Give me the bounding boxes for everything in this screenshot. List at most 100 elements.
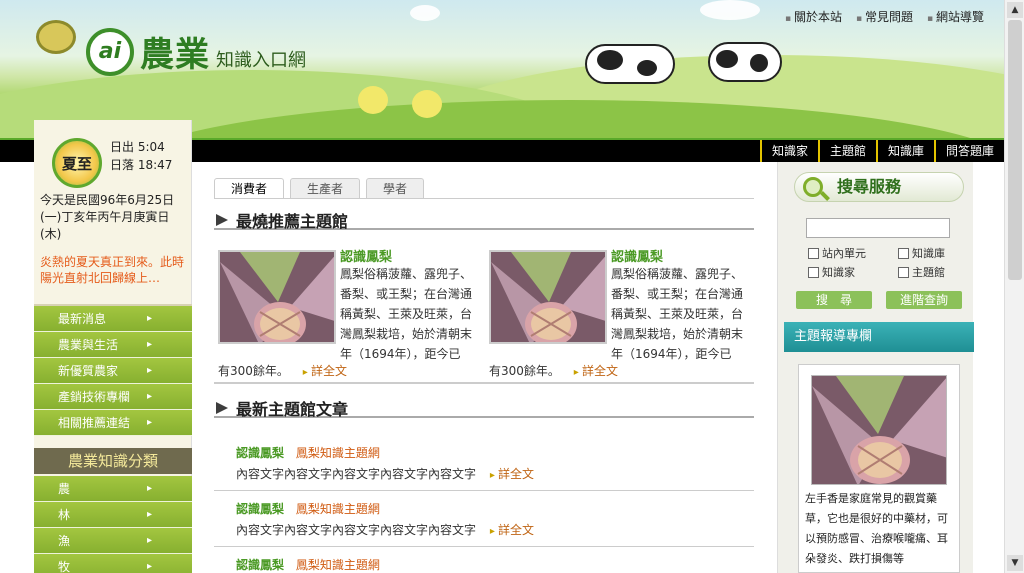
- logo-mark-icon: ai: [86, 27, 134, 76]
- main-content: 消費者 生產者 學者 最燒推薦主題館 認識鳳梨 鳳梨俗稱菠蘿、露兜子、番梨、或王…: [192, 162, 777, 573]
- category-item-fishery[interactable]: 漁: [34, 528, 192, 554]
- search-service-header: 搜尋服務: [794, 172, 964, 202]
- cloud-decoration: [410, 5, 440, 21]
- category-item-agriculture[interactable]: 農: [34, 476, 192, 502]
- article-tag[interactable]: 鳳梨知識主題網: [296, 502, 380, 516]
- sun-times: 日出 5:04 日落 18:47: [110, 138, 172, 174]
- sidebar-item-recommended-links[interactable]: 相關推薦連結: [34, 410, 192, 436]
- checkbox-box[interactable]: [898, 247, 909, 259]
- checkbox-box[interactable]: [898, 266, 909, 278]
- article-item: 認識鳳梨 鳳梨知識主題網 內容文字內容文字內容文字內容文字內容文字 詳全文: [236, 444, 736, 484]
- article-tag[interactable]: 鳳梨知識主題網: [296, 558, 380, 572]
- checkbox-label: 知識庫: [912, 247, 945, 260]
- checkbox-box[interactable]: [808, 247, 819, 259]
- featured-card: 認識鳳梨 鳳梨俗稱菠蘿、露兜子、番梨、或王梨；在台灣通稱黃梨、王萊及旺萊，台灣鳳…: [214, 246, 474, 378]
- article-body: 內容文字內容文字內容文字內容文字內容文字: [236, 523, 477, 537]
- article-title[interactable]: 認識鳳梨: [236, 558, 284, 572]
- right-sidebar: 搜尋服務 站內單元 知識庫 知識家 主題館 搜 尋 進階查詢 主題報導專欄 左手…: [777, 162, 974, 573]
- card-title[interactable]: 認識鳳梨: [340, 246, 392, 265]
- weather-note[interactable]: 炎熱的夏天真正到來。此時陽光直射北回歸線上…: [40, 254, 188, 286]
- scroll-down-icon[interactable]: ▼: [1007, 555, 1023, 571]
- date-text: 今天是民國96年6月25日(一)丁亥年丙午月庚寅日(木): [40, 193, 175, 241]
- scroll-up-icon[interactable]: ▲: [1007, 2, 1023, 18]
- checkbox-label: 知識家: [822, 266, 855, 279]
- snail-icon: [36, 20, 76, 54]
- card-tail-text: 有300餘年。: [218, 364, 289, 378]
- tab-underline: [214, 198, 754, 199]
- cow-icon: [708, 42, 782, 82]
- section-divider: [214, 382, 754, 384]
- tab-producer[interactable]: 生產者: [290, 178, 361, 198]
- search-button[interactable]: 搜 尋: [796, 291, 872, 309]
- article-body: 內容文字內容文字內容文字內容文字內容文字: [236, 467, 477, 481]
- category-item-forestry[interactable]: 林: [34, 502, 192, 528]
- read-more-link[interactable]: 詳全文: [303, 364, 347, 378]
- chick-icon: [358, 86, 388, 114]
- article-item: 認識鳳梨 鳳梨知識主題網: [236, 556, 736, 573]
- report-text: 左手香是家庭常見的觀賞藥草，它也是很好的中藥材，可以預防感冒、治療喉嚨痛、耳朵發…: [805, 492, 948, 565]
- pineapple-thumbnail[interactable]: [218, 250, 336, 344]
- top-links: 關於本站 常見問題 網站導覽: [785, 8, 984, 25]
- article-item: 認識鳳梨 鳳梨知識主題網 內容文字內容文字內容文字內容文字內容文字 詳全文: [236, 500, 736, 540]
- article-divider: [214, 490, 754, 491]
- article-title[interactable]: 認識鳳梨: [236, 446, 284, 460]
- tab-consumer[interactable]: 消費者: [214, 178, 285, 198]
- sunset-text: 日落 18:47: [110, 158, 173, 172]
- cloud-decoration: [700, 0, 760, 20]
- article-tag[interactable]: 鳳梨知識主題網: [296, 446, 380, 460]
- report-column-header: 主題報導專欄: [784, 322, 974, 352]
- article-title[interactable]: 認識鳳梨: [236, 502, 284, 516]
- sidebar-menu: 最新消息 農業與生活 新優質農家 產銷技術專欄 相關推薦連結: [34, 304, 192, 436]
- scroll-thumb[interactable]: [1008, 20, 1022, 280]
- chick-icon: [412, 90, 442, 118]
- checkbox-label: 站內單元: [822, 247, 866, 260]
- nav-knowledge-expert[interactable]: 知識家: [759, 140, 818, 162]
- advanced-search-button[interactable]: 進階查詢: [886, 291, 962, 309]
- checkbox-knowledge-base[interactable]: 知識庫: [898, 245, 945, 261]
- audience-tabs: 消費者 生產者 學者: [214, 178, 425, 198]
- site-header: ai 農業 知識入口網 關於本站 常見問題 網站導覽: [0, 0, 1004, 140]
- featured-card: 認識鳳梨 鳳梨俗稱菠蘿、露兜子、番梨、或王梨；在台灣通稱黃梨、王萊及旺萊，台灣鳳…: [485, 246, 745, 378]
- section-title-hot: 最燒推薦主題館: [214, 208, 754, 231]
- pineapple-thumbnail[interactable]: [489, 250, 607, 344]
- cow-icon: [585, 44, 675, 84]
- about-link[interactable]: 關於本站: [785, 8, 842, 25]
- report-column-box: 左手香是家庭常見的觀賞藥草，它也是很好的中藥材，可以預防感冒、治療喉嚨痛、耳朵發…: [798, 364, 960, 573]
- card-description: 鳳梨俗稱菠蘿、露兜子、番梨、或王梨；在台灣通稱黃梨、王萊及旺萊，台灣鳳梨栽培，始…: [611, 267, 744, 361]
- section-title-latest: 最新主題館文章: [214, 396, 754, 419]
- sidebar-item-quality-farm[interactable]: 新優質農家: [34, 358, 192, 384]
- sunrise-text: 日出 5:04: [110, 140, 165, 154]
- search-input[interactable]: [806, 218, 950, 238]
- checkbox-site-unit[interactable]: 站內單元: [808, 245, 866, 261]
- nav-qa-bank[interactable]: 問答題庫: [933, 140, 1004, 162]
- sidebar-item-production-tech[interactable]: 產銷技術專欄: [34, 384, 192, 410]
- site-logo[interactable]: ai 農業 知識入口網: [86, 27, 306, 76]
- category-item-livestock[interactable]: 牧: [34, 554, 192, 573]
- read-more-link[interactable]: 詳全文: [490, 467, 534, 481]
- sidebar-item-agri-life[interactable]: 農業與生活: [34, 332, 192, 358]
- card-tail-text: 有300餘年。: [489, 364, 560, 378]
- pineapple-thumbnail[interactable]: [811, 375, 947, 485]
- sidebar-item-news[interactable]: 最新消息: [34, 306, 192, 332]
- checkbox-knowledge-expert[interactable]: 知識家: [808, 264, 855, 280]
- checkbox-theme-hall[interactable]: 主題館: [898, 264, 945, 280]
- logo-title: 農業: [140, 35, 210, 75]
- nav-theme-hall[interactable]: 主題館: [817, 140, 876, 162]
- logo-subtitle: 知識入口網: [216, 49, 306, 71]
- solar-term-badge: 夏至: [52, 138, 102, 188]
- read-more-link[interactable]: 詳全文: [490, 523, 534, 537]
- page-scrollbar[interactable]: ▲ ▼: [1004, 0, 1024, 573]
- nav-knowledge-base[interactable]: 知識庫: [875, 140, 934, 162]
- search-icon: [803, 177, 823, 197]
- search-title: 搜尋服務: [837, 177, 902, 196]
- category-menu: 農 林 漁 牧: [34, 476, 192, 573]
- read-more-link[interactable]: 詳全文: [574, 364, 618, 378]
- checkbox-box[interactable]: [808, 266, 819, 278]
- checkbox-label: 主題館: [912, 266, 945, 279]
- article-divider: [214, 546, 754, 547]
- sitemap-link[interactable]: 網站導覽: [927, 8, 984, 25]
- tab-scholar[interactable]: 學者: [366, 178, 425, 198]
- faq-link[interactable]: 常見問題: [856, 8, 913, 25]
- card-tail: 有300餘年。 詳全文: [489, 362, 618, 379]
- card-title[interactable]: 認識鳳梨: [611, 246, 663, 265]
